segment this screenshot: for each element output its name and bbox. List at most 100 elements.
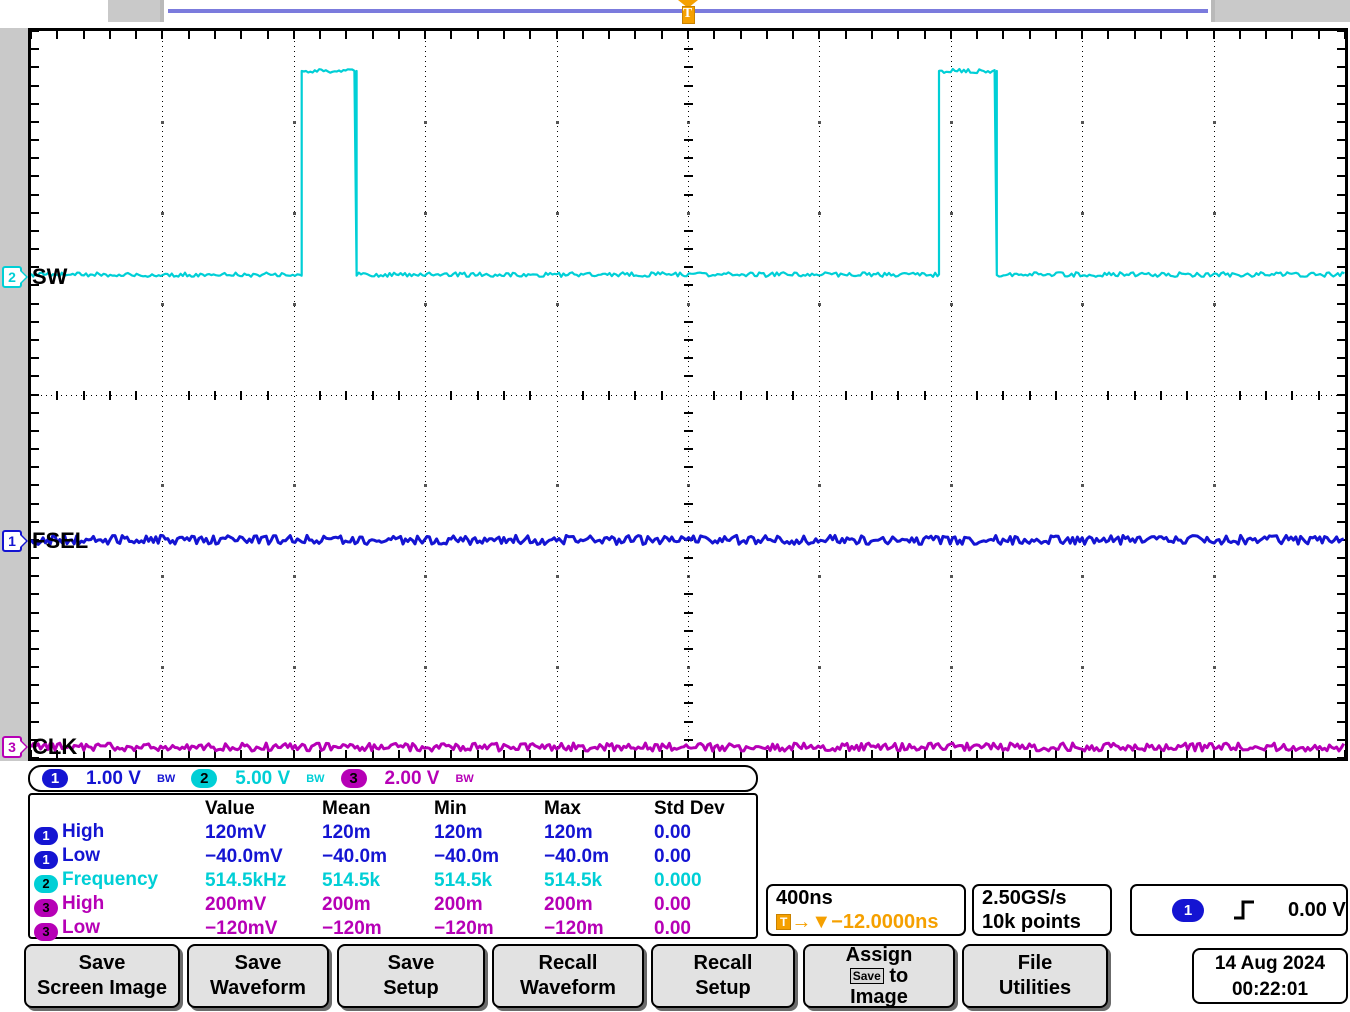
recall-setup-line2: Setup: [695, 976, 751, 1001]
measurement-table: Value Mean Min Max Std Dev 1High120mV120…: [30, 797, 756, 941]
measurement-row-4-max: −120m: [544, 917, 654, 941]
save-waveform-line1: Save: [235, 951, 282, 976]
assign-line2b: to: [889, 965, 908, 987]
assign-line1: Assign: [846, 945, 913, 966]
waveform-traces: [31, 31, 1345, 758]
date-time-readout: 14 Aug 2024 00:22:01: [1192, 948, 1348, 1004]
measurement-row[interactable]: 1High120mV120m120m120m0.00: [30, 821, 756, 845]
measurement-header-value: Value: [205, 797, 322, 821]
measurement-row[interactable]: 3High200mV200m200m200m0.00: [30, 893, 756, 917]
measurement-row-4-stddev: 0.00: [654, 917, 756, 941]
acquisition-readout[interactable]: 2.50GS/s 10k points: [972, 884, 1112, 936]
channel-2-reference-pointer-inner: [20, 271, 26, 283]
trace-path-clk: [31, 743, 1344, 751]
measurement-header-stddev: Std Dev: [654, 797, 756, 821]
measurement-row-3-label: High: [62, 893, 104, 914]
record-length: 10k points: [974, 910, 1110, 934]
measurement-row-1-max: −40.0m: [544, 845, 654, 869]
file-utilities-line2: Utilities: [999, 976, 1071, 1001]
channel-2-reference-marker[interactable]: 2: [2, 266, 28, 290]
save-waveform-line2: Waveform: [210, 976, 306, 1001]
measurement-row-3-min: 200m: [434, 893, 544, 917]
save-key-glyph-icon: Save: [850, 968, 884, 984]
trace-path-sw: [31, 69, 1344, 277]
waveform-graticule[interactable]: [28, 28, 1348, 761]
channel-2-bandwidth-limit-icon: BW: [306, 773, 324, 785]
trigger-slope-rising-edge-icon: [1230, 897, 1258, 923]
measurement-row-3-channel-chip: 3: [34, 899, 58, 917]
channel-3-bandwidth-limit-icon: BW: [455, 773, 473, 785]
measurement-row-2-stddev: 0.000: [654, 869, 756, 893]
measurement-row-2-channel-chip: 2: [34, 875, 58, 893]
measurement-row-0-stddev: 0.00: [654, 821, 756, 845]
measurement-table-body: 1High120mV120m120m120m0.001Low−40.0mV−40…: [30, 821, 756, 941]
channel-3-label: CLK: [32, 734, 77, 760]
trigger-delay-icon: T: [776, 914, 791, 930]
measurement-row-0-mean: 120m: [322, 821, 434, 845]
measurement-row-2-mean: 514.5k: [322, 869, 434, 893]
measurement-row-3-max: 200m: [544, 893, 654, 917]
measurement-row[interactable]: 3Low−120mV−120m−120m−120m0.00: [30, 917, 756, 941]
trace-path-fsel: [31, 535, 1344, 544]
trigger-delay-arrow-icon: →▼: [791, 911, 831, 933]
assign-save-to-image-button[interactable]: Assign Save to Image: [803, 944, 955, 1008]
save-screen-image-button[interactable]: Save Screen Image: [24, 944, 180, 1008]
recall-waveform-line1: Recall: [539, 951, 598, 976]
recall-waveform-button[interactable]: Recall Waveform: [492, 944, 644, 1008]
channel-1-label: FSEL: [32, 528, 88, 554]
measurement-row-1-mean: −40.0m: [322, 845, 434, 869]
file-utilities-button[interactable]: File Utilities: [962, 944, 1108, 1008]
channel-1-reference-marker[interactable]: 1: [2, 530, 28, 554]
trace-channel-2-sw: [31, 69, 1344, 277]
trigger-readout[interactable]: 1 0.00 V: [1130, 884, 1348, 936]
channel-settings-bar[interactable]: 1 1.00 V BW 2 5.00 V BW 3 2.00 V BW: [28, 765, 758, 792]
channel-1-reference-label: 1: [2, 530, 22, 552]
assign-line2-row: Save to: [850, 966, 908, 987]
measurement-row-0-channel-chip: 1: [34, 827, 58, 845]
timebase-delay-value: −12.0000ns: [831, 911, 938, 933]
channel-3-reference-marker[interactable]: 3: [2, 736, 28, 760]
date-value: 14 Aug 2024: [1194, 951, 1346, 977]
measurement-row-0-label: 1High: [30, 821, 205, 845]
trace-channel-1-fsel: [31, 535, 1344, 544]
measurement-row-4-value: −120mV: [205, 917, 322, 941]
file-utilities-line1: File: [1018, 951, 1052, 976]
measurement-row[interactable]: 1Low−40.0mV−40.0m−40.0m−40.0m0.00: [30, 845, 756, 869]
measurement-row-0-label: High: [62, 821, 104, 842]
channel-2-chip[interactable]: 2: [191, 769, 217, 788]
measurement-header-min: Min: [434, 797, 544, 821]
channel-3-chip[interactable]: 3: [341, 769, 367, 788]
assign-line3: Image: [850, 987, 908, 1008]
measurement-results-table[interactable]: Value Mean Min Max Std Dev 1High120mV120…: [28, 793, 758, 939]
recall-setup-button[interactable]: Recall Setup: [651, 944, 795, 1008]
trigger-level[interactable]: 0.00 V: [1288, 898, 1346, 922]
channel-2-vertical-scale[interactable]: 5.00 V: [235, 768, 290, 790]
trigger-source-chip[interactable]: 1: [1172, 899, 1204, 922]
save-screen-image-line1: Save: [79, 951, 126, 976]
measurement-row-2-label: Frequency: [62, 869, 158, 890]
channel-3-vertical-scale[interactable]: 2.00 V: [385, 768, 440, 790]
timebase-readout[interactable]: 400ns T→▼−12.0000ns: [766, 884, 966, 936]
channel-reference-gutter: [0, 28, 28, 761]
trace-channel-3-clk: [31, 743, 1344, 751]
measurement-row-3-value: 200mV: [205, 893, 322, 917]
measurement-row-0-value: 120mV: [205, 821, 322, 845]
save-setup-button[interactable]: Save Setup: [337, 944, 485, 1008]
measurement-row-3-label: 3High: [30, 893, 205, 917]
measurement-row-3-mean: 200m: [322, 893, 434, 917]
measurement-row-4-mean: −120m: [322, 917, 434, 941]
channel-1-chip[interactable]: 1: [42, 769, 68, 788]
pan-bar-left-gutter: [108, 0, 160, 22]
channel-3-reference-label: 3: [2, 736, 22, 758]
time-value: 00:22:01: [1194, 977, 1346, 1003]
save-waveform-button[interactable]: Save Waveform: [187, 944, 329, 1008]
recall-waveform-line2: Waveform: [520, 976, 616, 1001]
timebase-scale: 400ns: [768, 886, 964, 910]
measurement-row-1-min: −40.0m: [434, 845, 544, 869]
measurement-row[interactable]: 2Frequency514.5kHz514.5k514.5k514.5k0.00…: [30, 869, 756, 893]
bottom-menu-bar: Save Screen Image Save Waveform Save Set…: [0, 941, 1350, 1012]
sample-rate: 2.50GS/s: [974, 886, 1110, 910]
measurement-row-2-min: 514.5k: [434, 869, 544, 893]
horizontal-pan-zoom-bar[interactable]: T T: [0, 0, 1350, 28]
channel-1-vertical-scale[interactable]: 1.00 V: [86, 768, 141, 790]
